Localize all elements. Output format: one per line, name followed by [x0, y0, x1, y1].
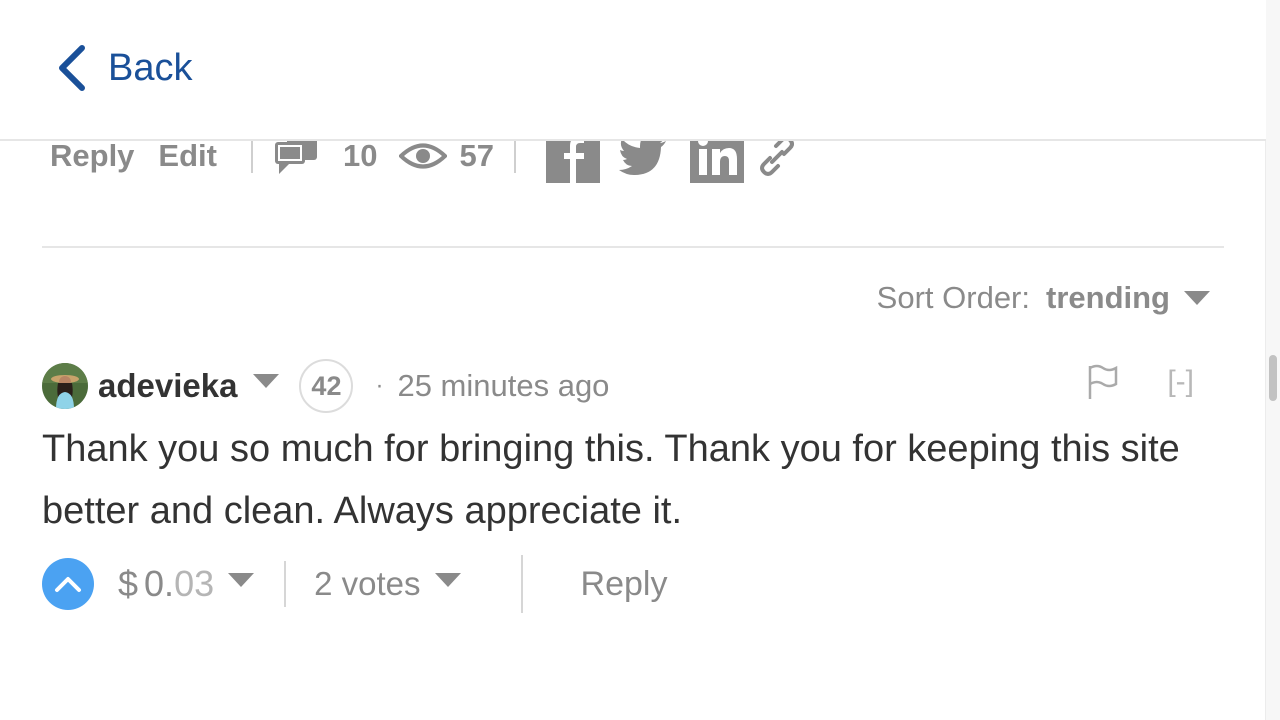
votes-dropdown[interactable]: 2 votes [314, 565, 461, 603]
comments-count: 10 [342, 138, 378, 173]
upvote-button[interactable] [42, 558, 94, 610]
divider [513, 139, 516, 173]
comment-footer: $ 0. 03 2 votes Reply [42, 555, 668, 613]
reputation-badge: 42 [299, 359, 354, 413]
top-header: Back [0, 0, 1266, 141]
comment-text-line-2: better and clean. Always appreciate it. [42, 490, 683, 532]
payout-currency: $ [118, 563, 139, 604]
sort-order-dropdown[interactable]: Sort Order: trending [877, 280, 1210, 316]
comment-header-actions: [-] [1087, 364, 1194, 400]
sort-order-label: Sort Order: [876, 280, 1030, 315]
divider [520, 555, 523, 613]
comment-text-line-1: Thank you so much for bringing this. Tha… [42, 428, 1180, 470]
divider [250, 139, 253, 173]
twitter-icon[interactable] [618, 135, 668, 177]
comment-body: Thank you so much for bringing this. Tha… [42, 418, 1222, 542]
back-button[interactable]: Back [56, 44, 192, 92]
separator-dot: · [375, 372, 384, 399]
chevron-down-icon [434, 573, 461, 587]
views-count: 57 [459, 138, 494, 173]
chevron-down-icon [1184, 291, 1210, 305]
post-reply-link[interactable]: Reply [50, 138, 134, 174]
chevron-down-icon [228, 573, 255, 587]
section-divider [42, 246, 1224, 248]
chevron-left-icon [59, 45, 85, 91]
collapse-toggle[interactable]: [-] [1167, 365, 1194, 399]
eye-icon [399, 141, 448, 171]
sort-order-value: trending [1046, 280, 1170, 315]
payout-fraction: 03 [174, 563, 215, 604]
post-edit-link[interactable]: Edit [158, 138, 217, 174]
payout-dropdown[interactable]: $ 0. 03 [118, 563, 255, 605]
flag-icon[interactable] [1087, 364, 1119, 400]
comment-reply-button[interactable]: Reply [581, 565, 668, 604]
comment-author[interactable]: adevieka [98, 367, 237, 405]
page: Back Reply Edit 10 57 Sort Order: trendi… [0, 0, 1280, 720]
avatar[interactable] [42, 363, 88, 409]
votes-count: 2 votes [314, 565, 421, 602]
back-label: Back [108, 46, 193, 89]
comments-icon[interactable] [273, 136, 319, 176]
comment-timestamp[interactable]: 25 minutes ago [397, 368, 609, 404]
reputation-value: 42 [311, 370, 342, 401]
scrollbar-thumb[interactable] [1269, 355, 1277, 401]
comment-header: adevieka 42 · 25 minutes ago [-] [42, 359, 1202, 413]
chevron-down-icon[interactable] [253, 374, 280, 388]
chevron-up-icon [55, 577, 81, 592]
link-icon[interactable] [759, 136, 794, 176]
payout-whole: 0. [144, 563, 175, 604]
divider [284, 561, 287, 607]
